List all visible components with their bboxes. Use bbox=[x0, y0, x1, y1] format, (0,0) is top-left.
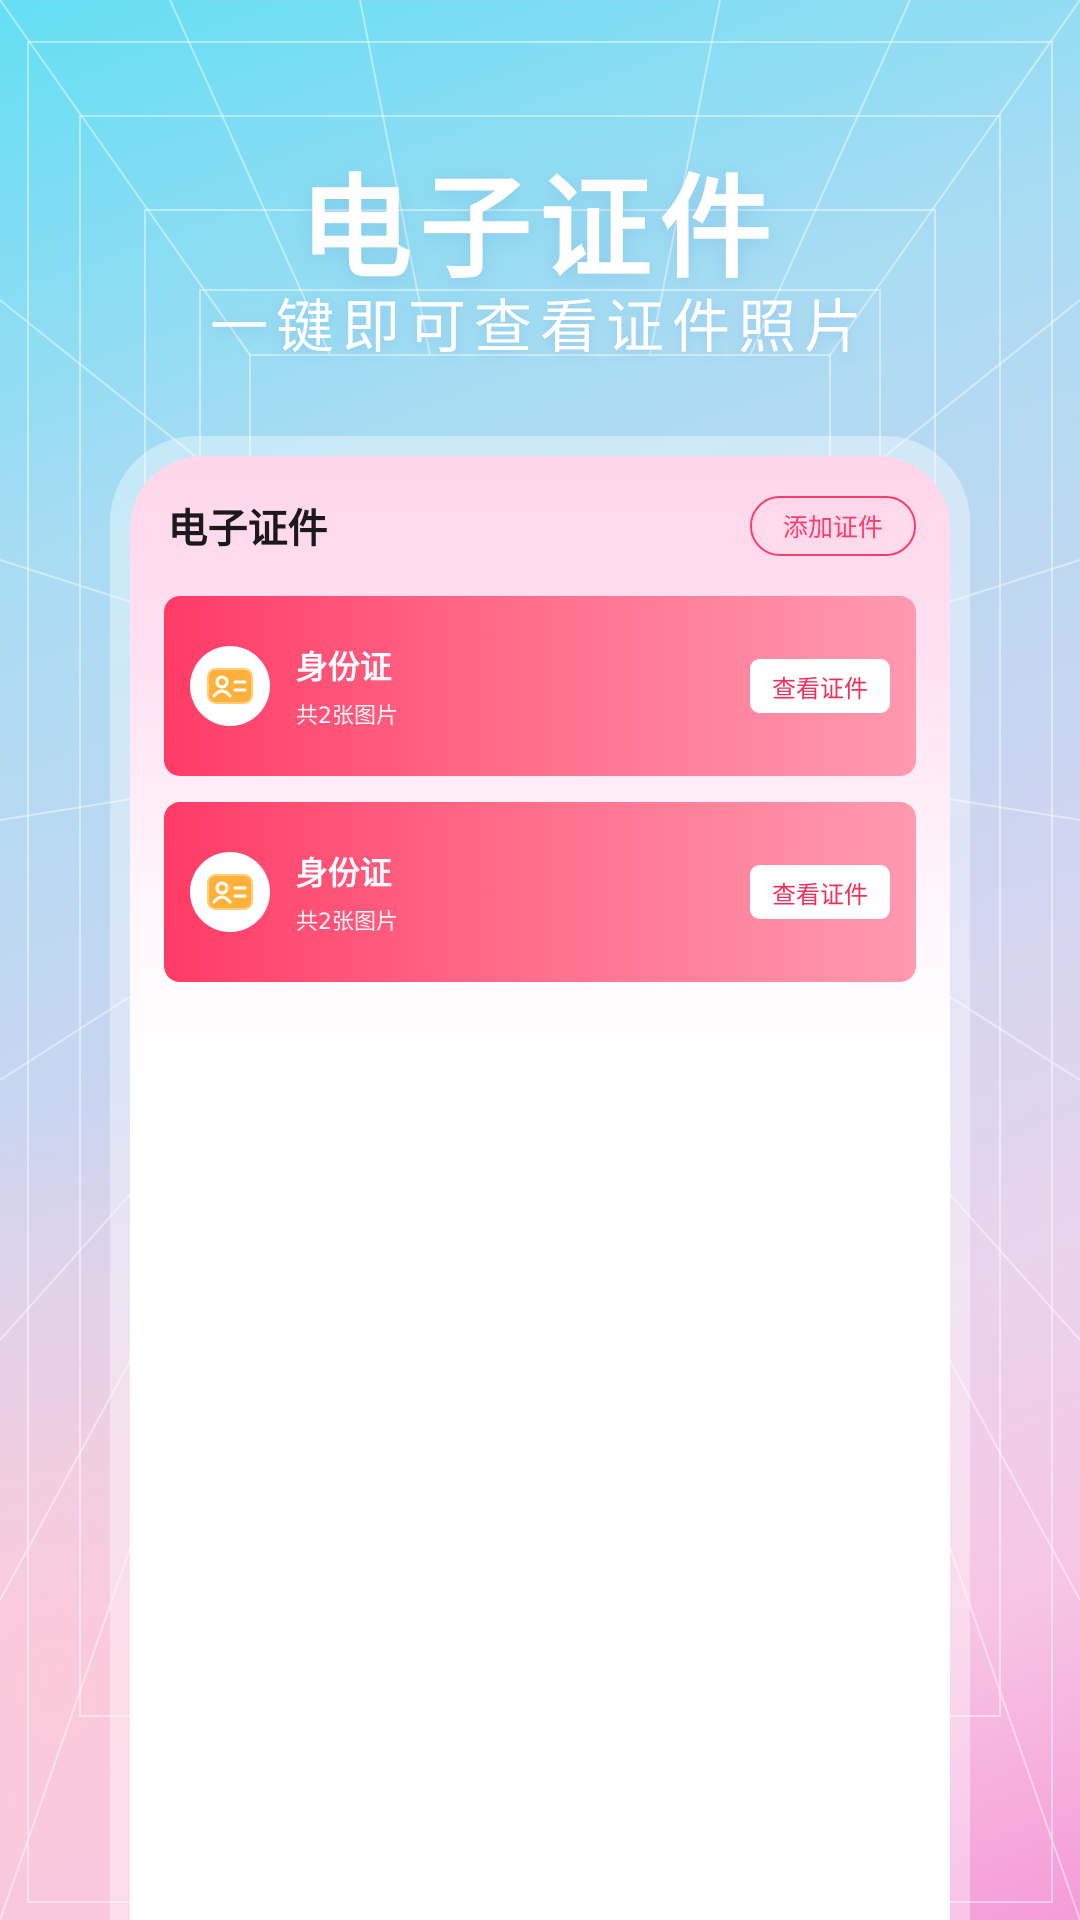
hero-title: 电子证件 bbox=[300, 164, 780, 294]
card-image-count: 共2张图片 bbox=[296, 910, 398, 935]
id-card-icon bbox=[207, 668, 253, 704]
credential-card[interactable]: 身份证 共2张图片 查看证件 bbox=[164, 802, 916, 982]
view-credential-button[interactable]: 查看证件 bbox=[750, 865, 890, 919]
credential-list: 身份证 共2张图片 查看证件 身份证 共2张图片 查看证件 bbox=[164, 596, 916, 1008]
hero-subtitle: 一键即可查看证件照片 bbox=[209, 293, 870, 361]
credential-card[interactable]: 身份证 共2张图片 查看证件 bbox=[164, 596, 916, 776]
credentials-panel: 电子证件 添加证件 身份证 共2张图片 查看证件 身份证 共2张图片 查看证件 bbox=[130, 456, 950, 1920]
card-icon-container bbox=[190, 852, 270, 932]
add-credential-button[interactable]: 添加证件 bbox=[750, 496, 916, 556]
view-credential-button[interactable]: 查看证件 bbox=[750, 659, 890, 713]
id-card-icon bbox=[207, 874, 253, 910]
card-image-count: 共2张图片 bbox=[296, 704, 398, 729]
card-title: 身份证 bbox=[296, 854, 393, 892]
panel-title: 电子证件 bbox=[168, 506, 328, 552]
card-title: 身份证 bbox=[296, 648, 393, 686]
card-icon-container bbox=[190, 646, 270, 726]
